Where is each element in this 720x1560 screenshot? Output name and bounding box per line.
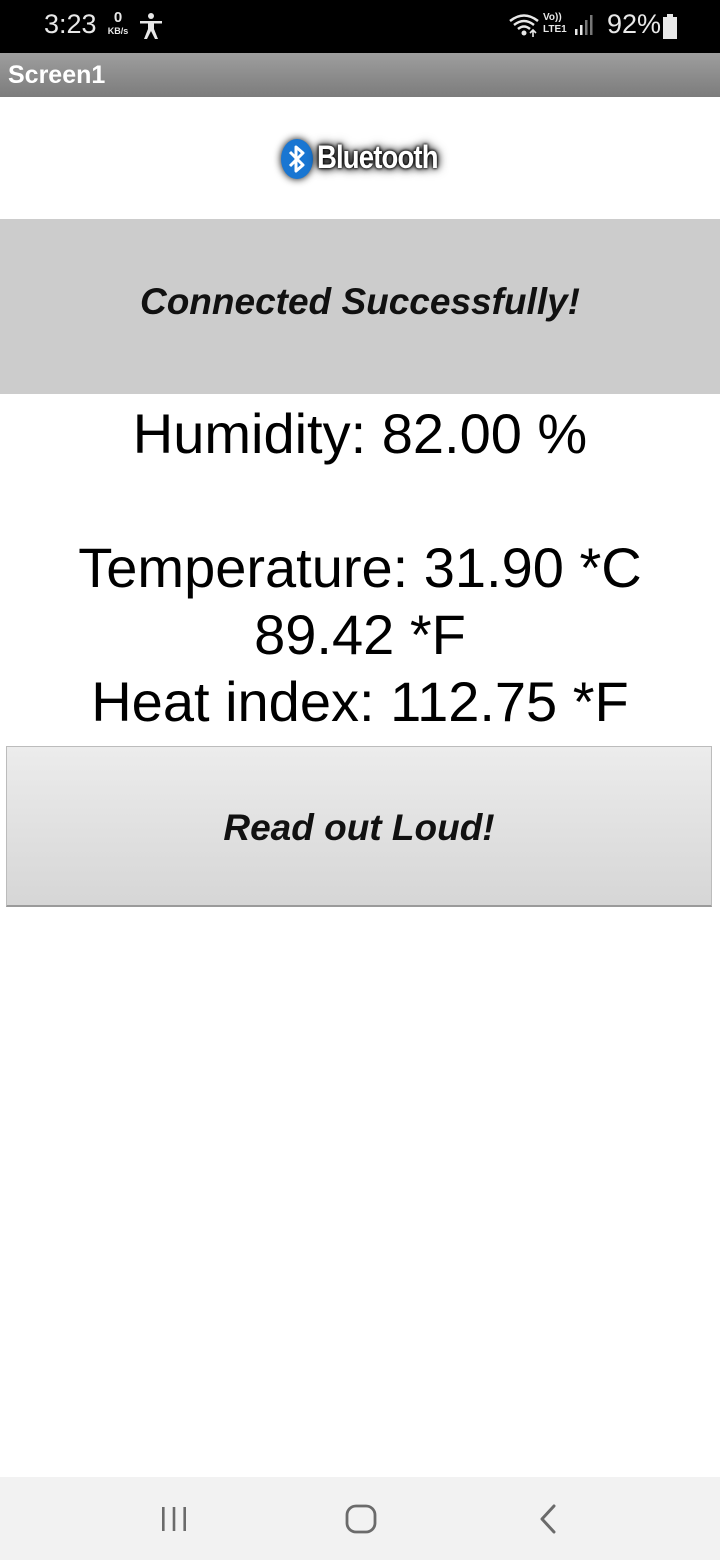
network-type: Vo)) LTE1: [543, 12, 567, 36]
lte-label: LTE1: [543, 24, 567, 35]
home-icon[interactable]: [345, 1504, 377, 1539]
signal-icon: [575, 13, 595, 42]
volte-label: Vo)): [543, 12, 562, 23]
read-out-loud-button[interactable]: Read out Loud!: [6, 746, 712, 907]
network-speed-unit: KB/s: [107, 26, 129, 36]
navigation-bar: [0, 1477, 720, 1560]
wifi-icon: [508, 12, 540, 43]
read-out-loud-label: Read out Loud!: [223, 807, 495, 848]
accessibility-icon: [138, 12, 164, 45]
humidity-reading: Humidity: 82.00 %: [132, 402, 588, 465]
network-speed-value: 0: [113, 9, 123, 26]
recents-icon[interactable]: [160, 1505, 188, 1538]
title-bar: Screen1: [0, 53, 720, 97]
temperature-celsius-reading: Temperature: 31.90 *C: [78, 536, 642, 599]
status-bar: 3:23 0 KB/s Vo)) LTE1 92%: [0, 0, 720, 53]
status-time: 3:23: [44, 9, 97, 39]
heat-index-reading: Heat index: 112.75 *F: [91, 670, 629, 733]
bluetooth-logo: Bluetooth: [281, 137, 441, 181]
connection-status-label: Connected Successfully!: [139, 281, 580, 322]
battery-percent: 92%: [607, 9, 662, 39]
sensor-readings: Humidity: 82.00 % Temperature: 31.90 *C …: [0, 400, 720, 735]
network-speed: 0 KB/s: [104, 10, 132, 37]
screen-title: Screen1: [8, 61, 106, 89]
bluetooth-icon: [281, 139, 313, 179]
connection-status-panel: Connected Successfully!: [0, 219, 720, 394]
bluetooth-logo-text: Bluetooth: [317, 139, 439, 175]
back-icon[interactable]: [537, 1504, 559, 1539]
battery-icon: [662, 14, 678, 45]
temperature-fahrenheit-reading: 89.42 *F: [254, 603, 466, 666]
